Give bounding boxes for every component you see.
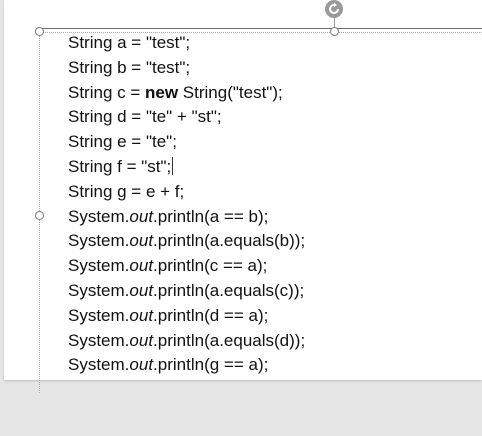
code-line[interactable]: String g = e + f; [68,180,305,205]
code-line[interactable]: System.out.println(g == a); [68,353,305,378]
rotate-icon[interactable] [325,0,343,18]
code-text: String c = [68,82,146,102]
keyword-text: new [145,82,179,102]
code-text: .println(a.equals(b)); [153,231,306,251]
field-text: out [129,231,154,251]
code-block[interactable]: String a = "test"; String b = "test"; Stri… [68,31,305,378]
title-underline [36,28,482,29]
field-text: out [129,256,154,276]
slide-title-area[interactable] [36,0,336,14]
code-line[interactable]: System.out.println(c == a); [68,254,305,279]
code-text: System. [68,305,130,325]
resize-handle-icon[interactable] [330,27,339,36]
code-text: System. [68,206,130,226]
code-line[interactable]: System.out.println(a == b); [68,205,305,230]
code-text: String("test"); [178,82,283,102]
field-text: out [129,206,154,226]
field-text: out [129,305,154,325]
code-line[interactable]: String b = "test"; [68,56,305,81]
code-text: .println(a.equals(d)); [153,330,306,350]
code-text: String f = "st"; [68,156,172,176]
resize-handle-icon[interactable] [35,27,44,36]
code-text: .println(c == a); [153,256,268,276]
code-line[interactable]: String f = "st"; [68,155,305,180]
code-line[interactable]: String a = "test"; [68,31,305,56]
resize-handle-icon[interactable] [35,211,44,220]
field-text: out [129,280,154,300]
code-line[interactable]: System.out.println(a.equals(b)); [68,229,305,254]
code-text: System. [68,355,130,375]
code-line[interactable]: String e = "te"; [68,130,305,155]
code-text: .println(d == a); [153,305,269,325]
code-text: .println(a.equals(c)); [153,280,305,300]
code-text: .println(a == b); [153,206,269,226]
code-line[interactable]: System.out.println(a.equals(d)); [68,329,305,354]
code-text: System. [68,231,130,251]
code-text: System. [68,330,130,350]
code-text: .println(g == a); [153,355,269,375]
code-line[interactable]: String c = new String("test"); [68,81,305,106]
code-text: String g = e + f; [68,181,185,201]
code-text: String e = "te"; [68,132,177,152]
code-text: String b = "test"; [68,57,191,77]
field-text: out [129,355,154,375]
code-text: System. [68,280,130,300]
code-text: String a = "test"; [68,33,191,52]
code-line[interactable]: System.out.println(d == a); [68,304,305,329]
field-text: out [129,330,154,350]
text-cursor [172,156,174,175]
code-text: String d = "te" + "st"; [68,107,222,127]
code-line[interactable]: String d = "te" + "st"; [68,105,305,130]
code-text: System. [68,256,130,276]
code-line[interactable]: System.out.println(a.equals(c)); [68,279,305,304]
